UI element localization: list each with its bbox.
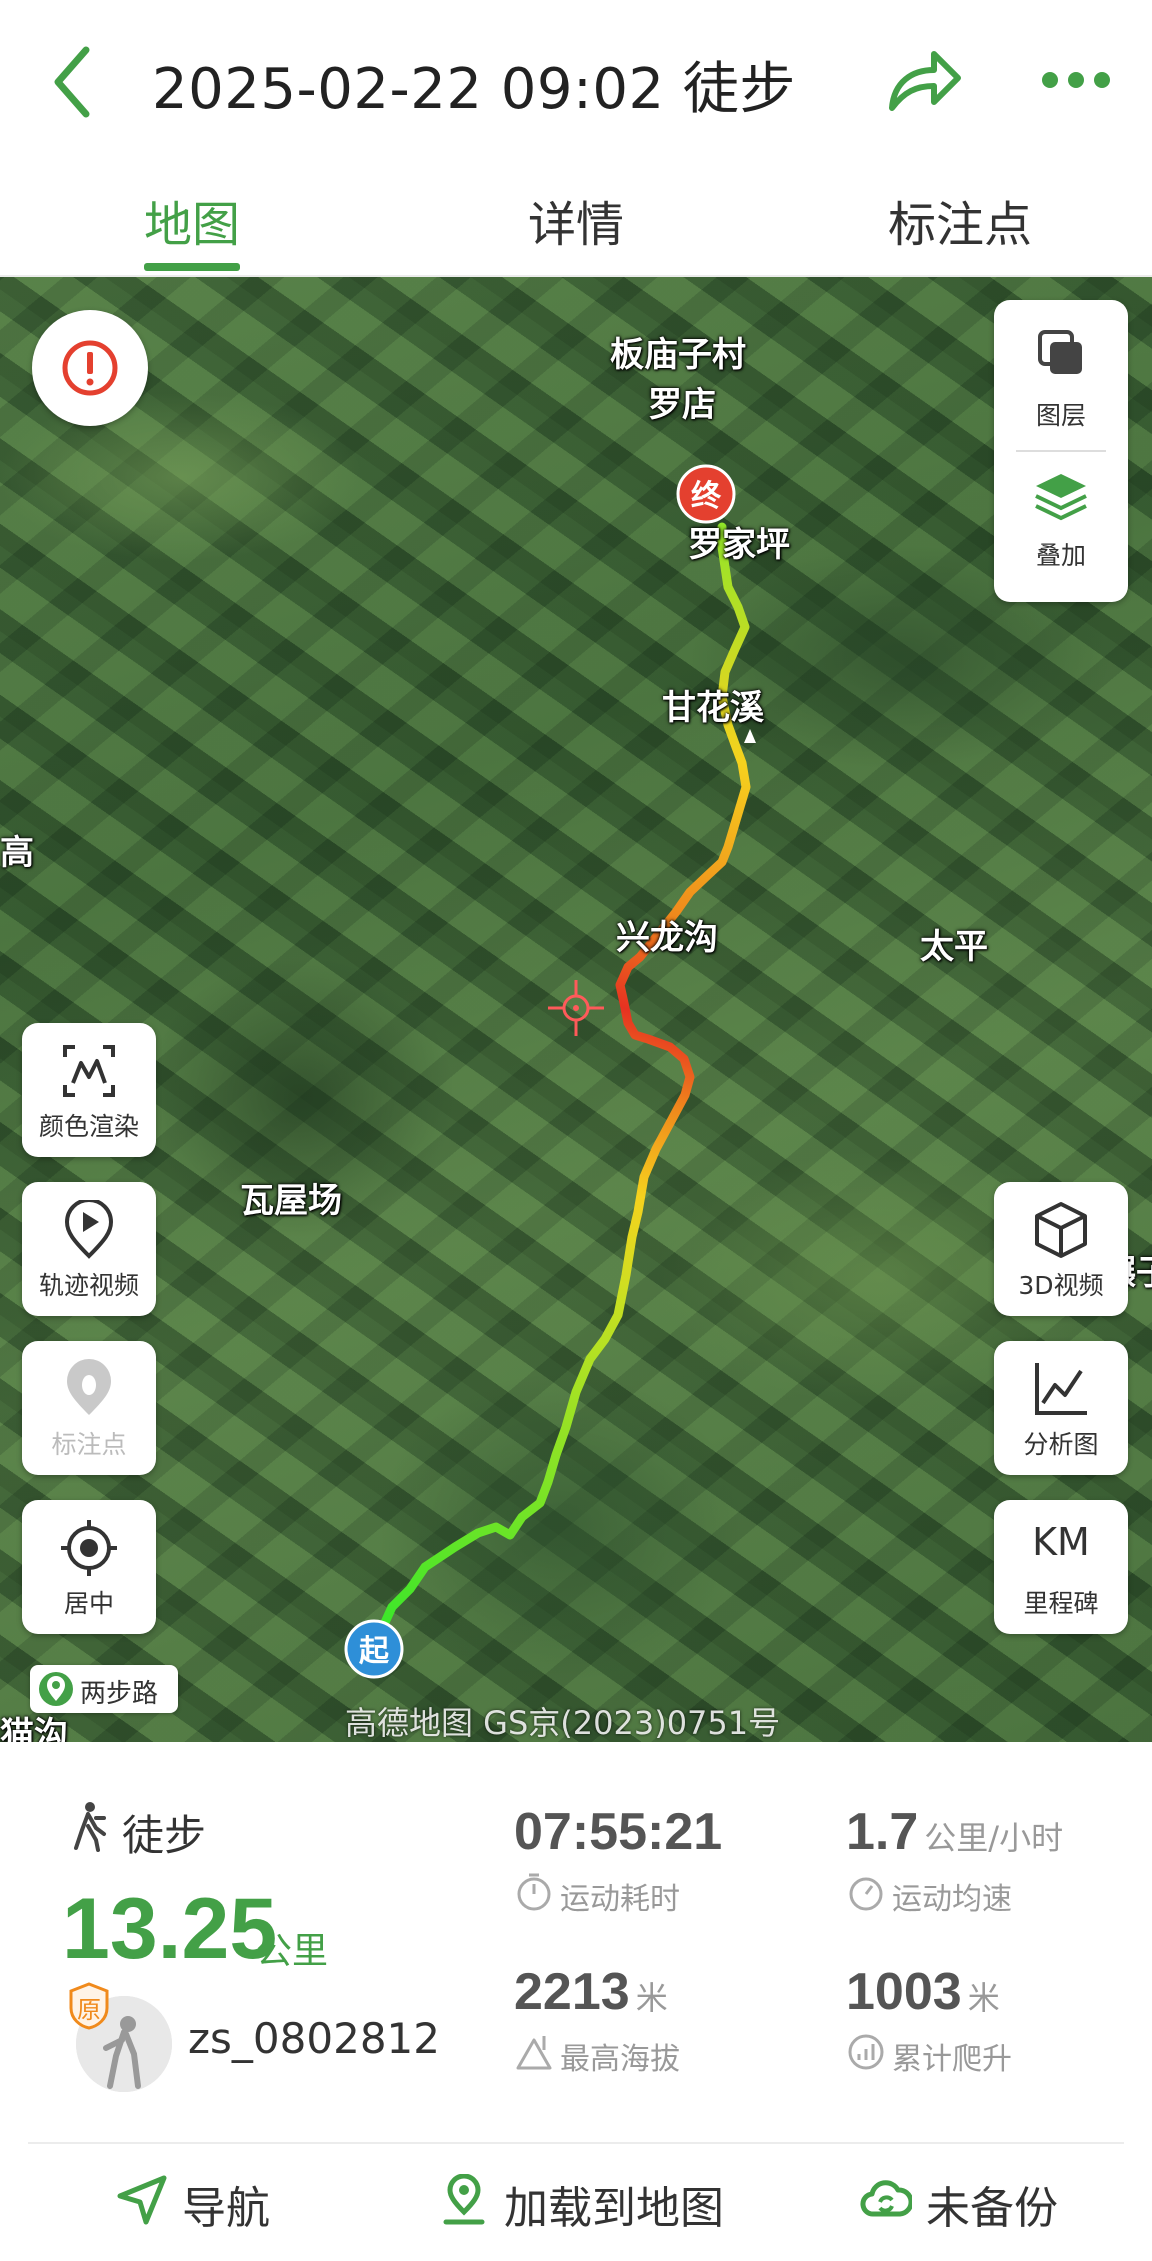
place-label: 太平 [920,927,988,967]
warning-button[interactable] [32,310,148,426]
3d-video-button[interactable]: 3D视频 [994,1182,1128,1316]
layers-button[interactable]: 图层 [994,300,1128,450]
back-arrow-icon[interactable] [44,42,104,122]
place-label: 甘花溪 [662,688,764,728]
page-title: 2025-02-22 09:02 徒步 [152,57,796,122]
distance-unit: 公里 [256,1931,329,1972]
max-altitude-value: 2213 米 [514,1963,668,2021]
warning-icon [62,340,118,396]
avg-speed-value: 1.7 公里/小时 [846,1803,1064,1861]
backup-label: 未备份 [926,2183,1058,2234]
mountain-peak-icon [516,2036,552,2070]
milestones-label: 里程碑 [1023,1589,1099,1618]
place-label: 瓦屋场 [240,1181,342,1221]
brand-tag-label: 两步路 [80,1679,159,1709]
navigation-arrow-icon [117,2175,167,2225]
place-label: 板庙子村 [610,335,746,375]
place-label: 罗家坪 [688,525,790,565]
max-altitude-label: 最高海拔 [560,2042,680,2077]
cloud-sync-icon [860,2180,912,2217]
end-marker-label: 终 [691,479,722,514]
tab-waypoints[interactable]: 标注点 [888,185,1032,255]
avg-speed-unit: 公里/小时 [924,1819,1064,1857]
brand-logo-icon [39,1672,73,1706]
max-altitude-unit: 米 [635,1979,668,2017]
tab-map[interactable]: 地图 [144,185,240,255]
chart-icon [1035,1363,1087,1415]
center-label: 居中 [63,1589,114,1618]
tab-details[interactable]: 详情 [528,185,624,255]
map-overlay: 终 起 [344,464,756,1679]
waypoints-button[interactable]: 标注点 [22,1341,156,1475]
distance-value: 13.25 [62,1881,278,1977]
original-badge-label: 原 [77,1996,101,2024]
backup-button[interactable]: 未备份 [860,2166,1080,2236]
track-video-button[interactable]: 轨迹视频 [22,1182,156,1316]
bottom-action-bar: 导航 加载到地图 未备份 [0,2142,1152,2261]
share-icon[interactable] [884,46,964,116]
overlay-button[interactable]: 叠加 [994,452,1128,602]
tab-bar: 地图 详情 标注点 [0,165,1152,277]
top-app-bar: 2025-02-22 09:02 徒步 [0,0,1152,165]
place-label: 兴龙沟 [616,918,718,958]
more-options-icon[interactable] [1040,60,1112,100]
total-ascent-label: 累计爬升 [892,2042,1012,2077]
track-video-label: 轨迹视频 [38,1271,139,1300]
layers-icon [1038,330,1082,374]
layer-panel: 图层 叠加 [994,300,1128,602]
waypoints-label: 标注点 [51,1430,127,1459]
cube-icon [1035,1202,1087,1258]
active-tab-indicator [144,263,240,271]
activity-type: 徒步 [122,1811,207,1860]
overlay-icon [1035,474,1087,521]
load-to-map-label: 加载到地图 [504,2183,724,2234]
activity-summary: 徒步 13.25 公里 原 zs_0802812 07:55:21 运动耗时 1… [0,1742,1152,2142]
divider [28,2142,1124,2144]
total-ascent-unit: 米 [967,1979,1000,2017]
color-render-button[interactable]: 颜色渲染 [22,1023,156,1157]
locate-icon [61,1520,117,1576]
total-ascent-value: 1003 米 [846,1963,1000,2021]
color-render-icon [63,1045,115,1097]
brand-tag: 两步路 [30,1665,178,1713]
milestones-button[interactable]: KM 里程碑 [994,1500,1128,1634]
map-credit: 高德地图 GS京(2023)0751号 [345,1704,781,1742]
km-icon: KM [1032,1520,1090,1564]
play-icon [64,1200,114,1259]
crosshair-icon [548,980,604,1036]
load-to-map-button[interactable]: 加载到地图 [438,2166,738,2236]
place-label: 高 [0,833,34,873]
start-marker-label: 起 [359,1634,390,1669]
hiker-icon [74,1802,106,1852]
color-render-label: 颜色渲染 [38,1112,139,1141]
place-label: 罗店 [648,385,716,425]
speedometer-icon [849,1877,883,1911]
center-button[interactable]: 居中 [22,1500,156,1634]
username[interactable]: zs_0802812 [188,2014,440,2063]
navigate-label: 导航 [182,2183,270,2234]
layers-label: 图层 [1035,401,1086,430]
stopwatch-icon [517,1873,551,1911]
direction-arrow-icon [744,729,756,743]
analysis-chart-label: 分析图 [1023,1430,1099,1459]
ascent-icon [848,2034,884,2070]
map-pin-icon [443,2174,485,2225]
navigate-button[interactable]: 导航 [116,2166,296,2236]
footprint-icon [67,1359,111,1415]
analysis-chart-button[interactable]: 分析图 [994,1341,1128,1475]
satellite-map[interactable]: 终 起 板庙子村 罗店 罗家坪 甘花溪 兴龙沟 太平 瓦屋场 高 碾子 猫沟 [0,277,1152,1742]
overlay-label: 叠加 [1035,541,1086,570]
3d-video-label: 3D视频 [1018,1271,1104,1300]
duration-label: 运动耗时 [560,1882,680,1917]
avg-speed-label: 运动均速 [892,1882,1012,1917]
duration-value: 07:55:21 [514,1803,723,1861]
